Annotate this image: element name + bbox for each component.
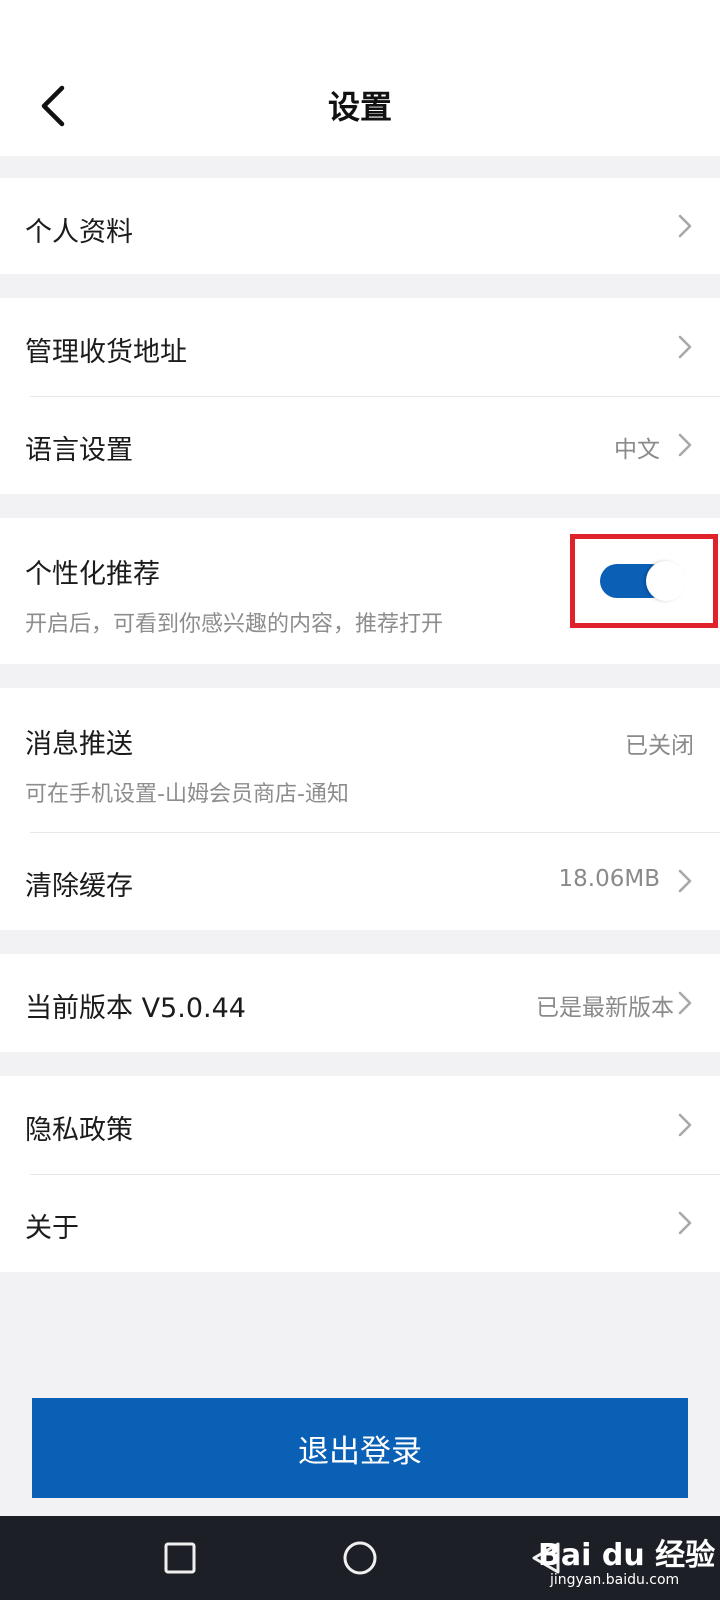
row-cache[interactable]: 清除缓存 18.06MB	[0, 832, 720, 930]
watermark-main: Bai du 经验	[538, 1538, 716, 1573]
chevron-right-icon	[678, 335, 692, 359]
watermark-logo: Bai du 经验 jingyan.baidu.com	[520, 1524, 715, 1594]
settings-screen: 设置 个人资料 管理收货地址 语言设置 中文 个性化推荐 开启后，可看到你感兴趣…	[0, 0, 720, 1600]
row-personalized-description: 开启后，可看到你感兴趣的内容，推荐打开	[25, 612, 444, 637]
home-button[interactable]	[342, 1540, 378, 1576]
row-profile[interactable]: 个人资料	[0, 178, 720, 274]
row-version[interactable]: 当前版本 V5.0.44 已是最新版本	[0, 954, 720, 1052]
group-privacy-about: 隐私政策 关于	[0, 1076, 720, 1272]
row-profile-label: 个人资料	[25, 217, 133, 248]
row-about-label: 关于	[25, 1213, 79, 1244]
group-profile: 个人资料	[0, 178, 720, 274]
chevron-right-icon	[678, 1211, 692, 1235]
row-privacy-label: 隐私政策	[25, 1115, 133, 1146]
row-address[interactable]: 管理收货地址	[0, 298, 720, 396]
row-language[interactable]: 语言设置 中文	[0, 396, 720, 494]
row-push: 消息推送 已关闭 可在手机设置-山姆会员商店-通知	[0, 688, 720, 832]
row-cache-value: 18.06MB	[558, 866, 660, 892]
recent-apps-button[interactable]	[162, 1540, 198, 1576]
row-push-value: 已关闭	[625, 733, 694, 759]
row-about[interactable]: 关于	[0, 1174, 720, 1272]
row-language-label: 语言设置	[25, 435, 133, 466]
chevron-right-icon	[678, 433, 692, 457]
row-push-label: 消息推送	[25, 729, 133, 760]
chevron-right-icon	[678, 869, 692, 893]
group-address-language: 管理收货地址 语言设置 中文	[0, 298, 720, 494]
group-push-cache: 消息推送 已关闭 可在手机设置-山姆会员商店-通知 清除缓存 18.06MB	[0, 688, 720, 930]
row-version-value: 已是最新版本	[536, 995, 674, 1021]
highlight-box	[570, 534, 718, 628]
row-cache-label: 清除缓存	[25, 871, 133, 902]
header-bar: 设置	[0, 0, 720, 156]
group-version: 当前版本 V5.0.44 已是最新版本	[0, 954, 720, 1052]
row-language-value: 中文	[614, 437, 660, 463]
chevron-right-icon	[678, 991, 692, 1015]
watermark-sub: jingyan.baidu.com	[550, 1572, 680, 1588]
row-address-label: 管理收货地址	[25, 337, 187, 368]
page-title: 设置	[327, 88, 392, 126]
chevron-right-icon	[678, 214, 692, 238]
row-privacy[interactable]: 隐私政策	[0, 1076, 720, 1174]
row-push-description: 可在手机设置-山姆会员商店-通知	[25, 782, 349, 807]
row-personalized-label: 个性化推荐	[25, 559, 160, 590]
logout-button[interactable]: 退出登录	[32, 1398, 688, 1498]
chevron-right-icon	[678, 1113, 692, 1137]
row-version-label: 当前版本 V5.0.44	[25, 993, 246, 1024]
